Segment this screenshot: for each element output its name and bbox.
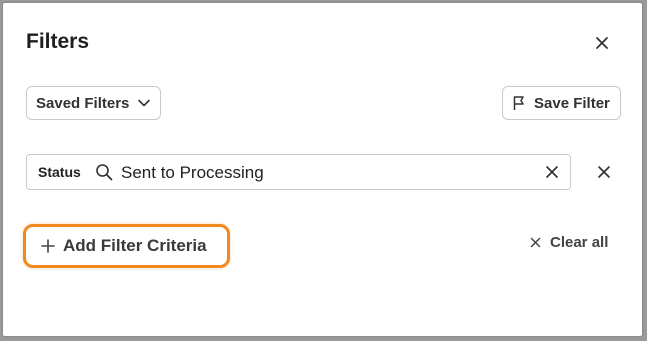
saved-filters-button[interactable]: Saved Filters <box>26 86 161 120</box>
plus-icon <box>41 239 55 253</box>
filter-value-input[interactable] <box>121 163 521 183</box>
add-filter-criteria-button[interactable]: Add Filter Criteria <box>23 224 230 268</box>
close-icon[interactable] <box>545 165 559 179</box>
dialog-title: Filters <box>26 30 90 53</box>
clear-all-label: Clear all <box>550 234 609 251</box>
filter-criteria-row: Status <box>26 154 571 190</box>
clear-all-button[interactable]: Clear all <box>530 234 608 251</box>
close-icon[interactable] <box>593 34 611 52</box>
chevron-down-icon <box>137 96 151 110</box>
flag-icon <box>512 95 527 111</box>
filters-dialog: Filters Saved Filters Save Filter Status <box>3 3 642 336</box>
save-filter-button[interactable]: Save Filter <box>502 86 621 120</box>
close-icon <box>530 237 541 248</box>
saved-filters-label: Saved Filters <box>36 94 130 112</box>
filter-field-label: Status <box>38 164 81 180</box>
close-icon[interactable] <box>597 165 611 179</box>
save-filter-label: Save Filter <box>534 94 610 112</box>
search-icon <box>95 163 113 181</box>
add-filter-criteria-label: Add Filter Criteria <box>63 236 207 255</box>
